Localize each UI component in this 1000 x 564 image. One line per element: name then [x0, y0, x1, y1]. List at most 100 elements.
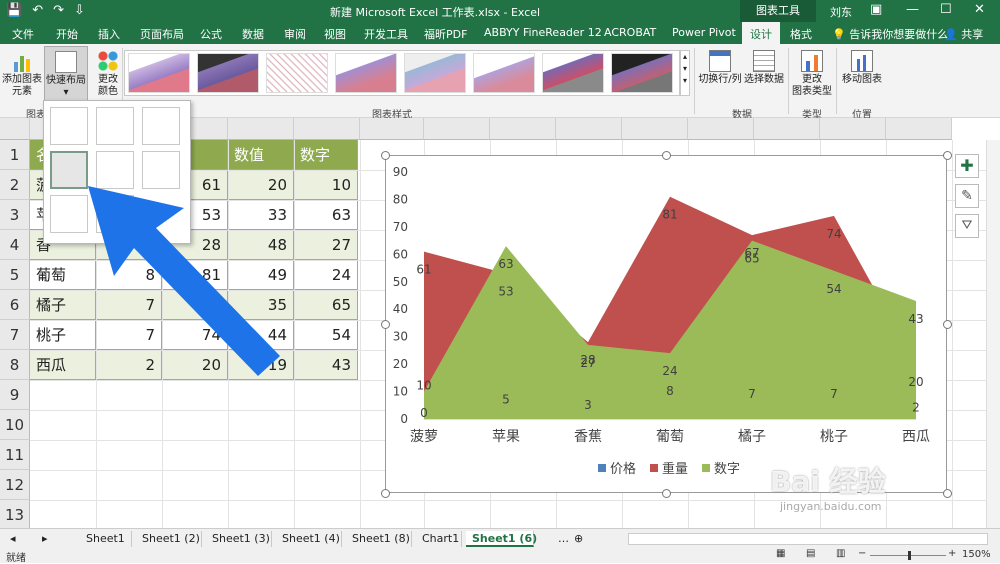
row-header[interactable]: 5: [0, 260, 30, 290]
maximize-icon[interactable]: ☐: [940, 2, 952, 17]
area-chart[interactable]: 010203040506070809005 38 7 7261532881677420…: [386, 156, 946, 492]
resize-handle[interactable]: [381, 320, 390, 329]
gallery-scroll[interactable]: ▴ ▾ ▾: [680, 50, 690, 96]
row-header[interactable]: 9: [0, 380, 30, 410]
tab-file[interactable]: 文件: [12, 26, 34, 42]
resize-handle[interactable]: [662, 151, 671, 160]
column-header[interactable]: [424, 118, 490, 140]
tab-page-layout[interactable]: 页面布局: [140, 26, 184, 42]
row-header[interactable]: 10: [0, 410, 30, 440]
chart-style-thumb[interactable]: [404, 53, 466, 93]
resize-handle[interactable]: [662, 489, 671, 498]
add-sheet-icon[interactable]: ⊕: [568, 531, 589, 547]
row-header[interactable]: 4: [0, 230, 30, 260]
tab-review[interactable]: 审阅: [284, 26, 306, 42]
chart-style-thumb[interactable]: [473, 53, 535, 93]
chart-style-thumb[interactable]: [197, 53, 259, 93]
table-cell[interactable]: 27: [294, 230, 358, 260]
row-header[interactable]: 7: [0, 320, 30, 350]
close-icon[interactable]: ✕: [974, 2, 985, 17]
column-header[interactable]: [688, 118, 754, 140]
tab-abbyy[interactable]: ABBYY FineReader 12: [484, 26, 602, 39]
tab-power-pivot[interactable]: Power Pivot: [672, 26, 736, 39]
sheet-tab[interactable]: Sheet1: [80, 531, 132, 547]
chart-styles-brush-icon[interactable]: ✎: [955, 184, 979, 208]
table-header-cell[interactable]: 数字: [294, 140, 358, 170]
tell-me-box[interactable]: 💡 告诉我你想要做什么: [832, 26, 948, 42]
minimize-icon[interactable]: —: [906, 2, 919, 17]
sheet-tab[interactable]: Sheet1 (3): [206, 531, 272, 547]
save-icon[interactable]: 💾: [6, 3, 22, 18]
table-cell[interactable]: 10: [294, 170, 358, 200]
table-cell[interactable]: 63: [294, 200, 358, 230]
page-layout-view-icon[interactable]: ▤: [806, 548, 815, 559]
chart-filter-icon[interactable]: ⛛: [955, 214, 979, 238]
tab-foxit-pdf[interactable]: 福昕PDF: [424, 26, 467, 42]
row-header[interactable]: 1: [0, 140, 30, 170]
tab-acrobat[interactable]: ACROBAT: [604, 26, 656, 39]
resize-handle[interactable]: [381, 489, 390, 498]
customize-qat-icon[interactable]: ⇩: [74, 3, 85, 18]
chart-style-thumb[interactable]: [128, 53, 190, 93]
quick-layout-button[interactable]: 快速布局 ▾: [44, 46, 88, 102]
layout-option-3[interactable]: [142, 107, 180, 145]
sheet-tab[interactable]: Sheet1 (4): [276, 531, 342, 547]
table-header-cell[interactable]: 数值: [228, 140, 294, 170]
redo-icon[interactable]: ↷: [53, 3, 64, 18]
table-cell[interactable]: 65: [294, 290, 358, 320]
row-header[interactable]: 13: [0, 500, 30, 530]
sheet-tab[interactable]: Sheet1 (2): [136, 531, 202, 547]
tab-developer[interactable]: 开发工具: [364, 26, 408, 42]
column-header[interactable]: [556, 118, 622, 140]
chart-style-thumb[interactable]: [335, 53, 397, 93]
layout-option-1[interactable]: [50, 107, 88, 145]
resize-handle[interactable]: [943, 151, 952, 160]
zoom-slider-thumb[interactable]: [908, 551, 911, 560]
zoom-level[interactable]: 150%: [962, 549, 991, 560]
column-header[interactable]: [622, 118, 688, 140]
move-chart-button[interactable]: 移动图表: [840, 50, 884, 86]
normal-view-icon[interactable]: ▦: [776, 548, 785, 559]
scroll-right-icon[interactable]: ▸: [36, 531, 54, 547]
tab-data[interactable]: 数据: [242, 26, 264, 42]
row-header[interactable]: 2: [0, 170, 30, 200]
table-cell[interactable]: 43: [294, 350, 358, 380]
chart-styles-gallery[interactable]: [124, 50, 680, 96]
row-header[interactable]: 3: [0, 200, 30, 230]
add-chart-element-button[interactable]: 添加图表 元素: [2, 50, 42, 98]
tab-insert[interactable]: 插入: [98, 26, 120, 42]
column-header[interactable]: [490, 118, 556, 140]
tab-formulas[interactable]: 公式: [200, 26, 222, 42]
layout-option-2[interactable]: [96, 107, 134, 145]
column-header[interactable]: [360, 118, 424, 140]
row-header[interactable]: 11: [0, 440, 30, 470]
tab-format[interactable]: 格式: [790, 26, 812, 42]
tab-home[interactable]: 开始: [56, 26, 78, 42]
chart-style-thumb[interactable]: [266, 53, 328, 93]
zoom-out-icon[interactable]: −: [858, 548, 866, 559]
vertical-scrollbar[interactable]: [986, 140, 1000, 528]
change-colors-button[interactable]: 更改 颜色: [92, 50, 124, 98]
chart-style-thumb[interactable]: [542, 53, 604, 93]
column-header[interactable]: [886, 118, 952, 140]
row-header[interactable]: 6: [0, 290, 30, 320]
switch-row-column-button[interactable]: 切换行/列: [698, 50, 742, 86]
sheet-tab[interactable]: Chart1: [416, 531, 462, 547]
column-header[interactable]: [228, 118, 294, 140]
horizontal-scrollbar[interactable]: [628, 533, 988, 545]
chart-style-thumb[interactable]: [611, 53, 673, 93]
tab-design[interactable]: 设计: [742, 22, 780, 44]
resize-handle[interactable]: [943, 489, 952, 498]
column-header[interactable]: [294, 118, 360, 140]
row-header[interactable]: 8: [0, 350, 30, 380]
resize-handle[interactable]: [381, 151, 390, 160]
change-chart-type-button[interactable]: 更改 图表类型: [792, 50, 832, 98]
sheet-tab[interactable]: Sheet1 (6): [466, 531, 537, 547]
resize-handle[interactable]: [943, 320, 952, 329]
chart-elements-plus-icon[interactable]: ✚: [955, 154, 979, 178]
scroll-left-icon[interactable]: ◂: [4, 531, 22, 547]
column-header[interactable]: [820, 118, 886, 140]
tab-view[interactable]: 视图: [324, 26, 346, 42]
zoom-in-icon[interactable]: +: [948, 548, 956, 559]
select-data-button[interactable]: 选择数据: [744, 50, 784, 86]
